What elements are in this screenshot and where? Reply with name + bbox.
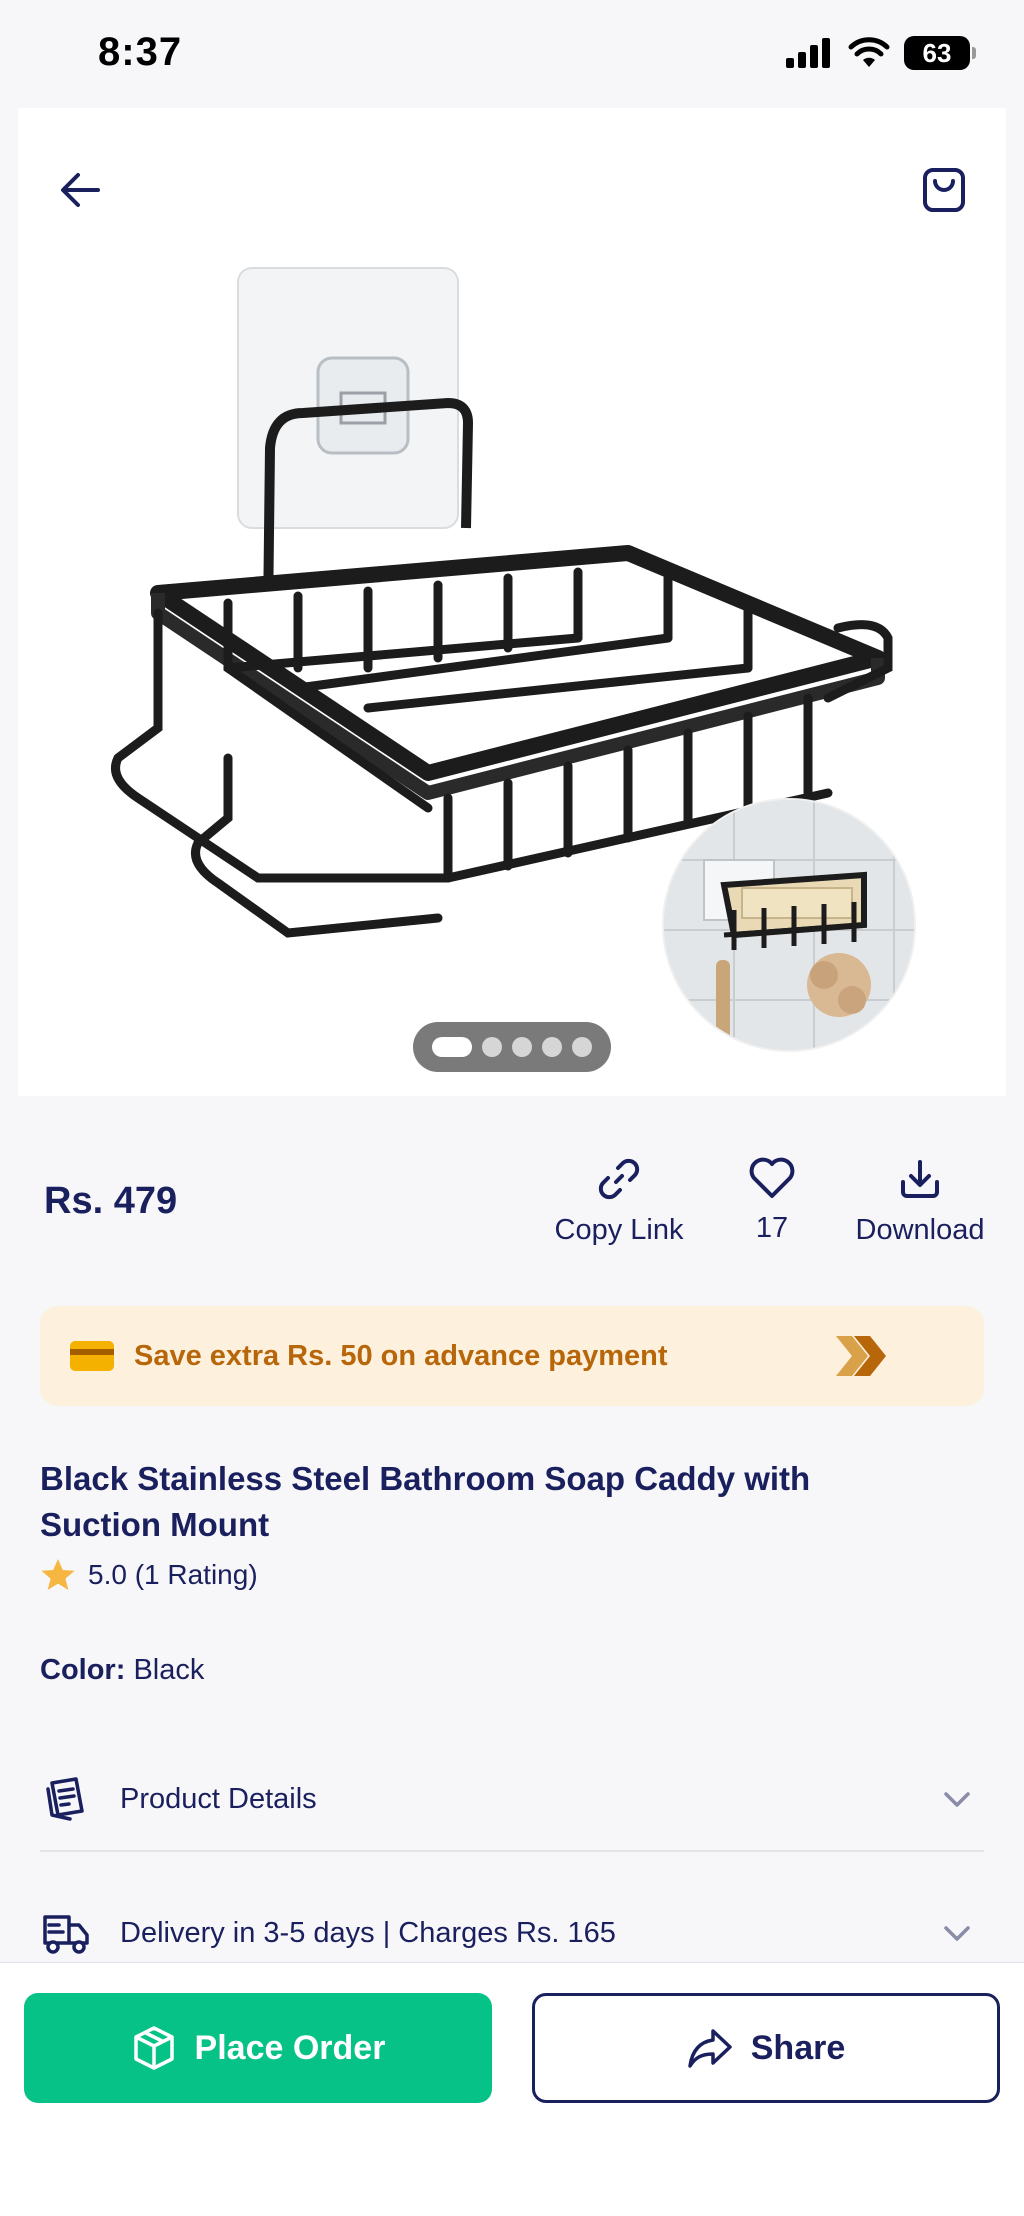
delivery-truck-icon [40,1907,92,1959]
pagination-dot[interactable] [482,1037,502,1057]
product-lifestyle-thumbnail [662,798,916,1052]
product-details-label: Product Details [120,1782,317,1815]
color-row: Color: Black [40,1654,204,1687]
chevron-down-icon [944,1792,970,1807]
pagination-dot[interactable] [572,1037,592,1057]
signal-icon [786,38,830,68]
wifi-icon [848,37,890,67]
download-button[interactable]: Download [840,1156,1000,1247]
like-count: 17 [755,1212,789,1244]
color-label: Color: [40,1654,126,1686]
status-icons: 63 [786,36,976,70]
rating-text: 5.0 (1 Rating) [88,1559,258,1590]
color-value: Black [133,1654,205,1686]
product-price: Rs. 479 [44,1180,178,1222]
image-pagination [413,1022,611,1072]
download-icon [901,1160,939,1198]
product-image-carousel[interactable] [18,108,1006,1096]
product-title: Black Stainless Steel Bathroom Soap Cadd… [40,1460,811,1543]
product-rating[interactable]: 5.0 (1 Rating) [40,1558,258,1592]
offer-text: Save extra Rs. 50 on advance payment [134,1339,668,1372]
download-label: Download [855,1214,985,1246]
box-icon [133,2026,174,2070]
heart-icon [749,1157,795,1198]
copy-link-label: Copy Link [554,1214,684,1246]
share-button[interactable]: Share [532,1993,1000,2103]
link-icon [598,1158,640,1200]
status-bar: 8:37 63 [0,0,1024,108]
back-button[interactable] [44,154,116,226]
delivery-label: Delivery in 3-5 days | Charges Rs. 165 [120,1916,616,1949]
product-details-section[interactable]: Product Details [40,1748,984,1852]
star-icon [41,1559,75,1590]
place-order-label: Place Order [194,2028,386,2067]
advance-payment-offer-banner[interactable]: Save extra Rs. 50 on advance payment [40,1306,984,1406]
pagination-dot[interactable] [512,1037,532,1057]
place-order-button[interactable]: Place Order [24,1993,492,2103]
document-icon [40,1773,92,1825]
share-arrow-icon [688,2029,732,2068]
copy-link-button[interactable]: Copy Link [548,1156,690,1247]
share-label: Share [750,2028,846,2067]
lifestyle-photo [664,800,914,1050]
pagination-dot[interactable] [542,1037,562,1057]
chevron-down-icon [944,1926,970,1941]
double-chevron-right-icon [836,1336,886,1376]
bottom-action-bar: Place Order Share [0,1962,1024,2216]
shopping-bag-icon [923,168,965,212]
status-time: 8:37 [98,30,183,74]
like-button[interactable]: 17 [722,1156,822,1245]
product-actions: Copy Link 17 Download [540,1156,1000,1256]
credit-card-icon [70,1341,114,1371]
battery-icon: 63 [904,36,976,70]
pagination-dot-active[interactable] [432,1037,472,1057]
back-arrow-icon [61,173,100,207]
